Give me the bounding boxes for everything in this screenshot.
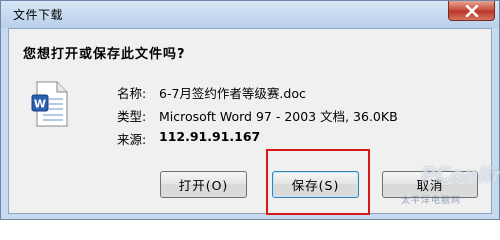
open-button-label: 打开(O) bbox=[178, 178, 229, 193]
word-document-icon: W bbox=[31, 81, 71, 131]
watermark-subtitle: 太平洋电脑网 bbox=[401, 196, 462, 206]
file-name-value: 6-7月签约作者等级赛.doc bbox=[159, 86, 306, 101]
window-title: 文件下载 bbox=[13, 8, 64, 22]
source-label: 来源: bbox=[117, 132, 147, 147]
close-icon bbox=[465, 4, 479, 17]
title-bar[interactable]: 文件下载 bbox=[1, 1, 499, 28]
type-label: 类型: bbox=[117, 109, 147, 124]
watermark-logo: PConline bbox=[421, 163, 500, 187]
save-highlight-box bbox=[266, 149, 370, 215]
name-label: 名称: bbox=[117, 86, 147, 101]
file-type-value: Microsoft Word 97 - 2003 文档, 36.0KB bbox=[159, 109, 398, 124]
dialog-body: 您想打开或保存此文件吗? W 名称: 6-7月签约作者等级赛.doc 类型: M… bbox=[8, 28, 492, 214]
source-value: 112.91.91.167 bbox=[159, 129, 261, 144]
close-button[interactable] bbox=[448, 1, 495, 21]
svg-text:W: W bbox=[34, 98, 46, 111]
dialog-prompt: 您想打开或保存此文件吗? bbox=[23, 47, 186, 62]
file-download-dialog: 文件下载 您想打开或保存此文件吗? W 名称: 6-7月签约作者等级赛.doc … bbox=[0, 0, 500, 220]
open-button[interactable]: 打开(O) bbox=[160, 171, 247, 198]
